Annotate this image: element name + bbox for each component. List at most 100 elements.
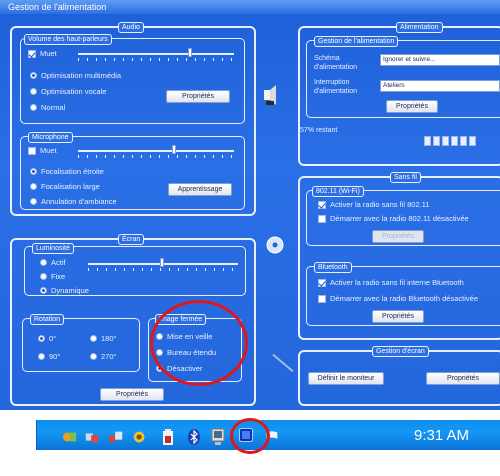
monitor-icon[interactable] [210, 428, 226, 446]
battery-segment [442, 136, 449, 146]
microphone-mute-box[interactable] [28, 146, 36, 155]
window-titlebar: Gestion de l'alimentation [0, 0, 500, 14]
bluetooth-start-disabled-box[interactable] [318, 294, 326, 303]
power-source-select[interactable]: Ateliers [380, 80, 500, 92]
display-management-legend: Gestion d'écran [372, 346, 429, 357]
cd-icon [266, 236, 284, 254]
wifi-start-disabled-checkbox[interactable]: Démarrer avec la radio 802.11 désactivée [318, 214, 469, 223]
microphone-mode-2-radio[interactable] [30, 198, 37, 205]
microphone-mode-0[interactable]: Focalisation étroite [30, 167, 104, 176]
brightness-ticks [88, 268, 238, 271]
rotation-group [22, 318, 140, 372]
brightness-mode-1-label: Fixe [51, 272, 66, 281]
microphone-mode-2[interactable]: Annulation d'ambiance [30, 197, 117, 206]
power-properties-button[interactable]: Propriétés [386, 100, 438, 113]
microphone-mute-label: Muet [40, 146, 57, 155]
network-icon[interactable] [62, 428, 78, 446]
battery-segment [469, 136, 476, 146]
microphone-mode-1-radio[interactable] [30, 183, 37, 190]
brightness-mode-2[interactable]: Dynamique [40, 286, 89, 295]
rotation-option-3-label: 270° [101, 352, 117, 361]
bluetooth-properties-button[interactable]: Propriétés [372, 310, 424, 323]
rotation-option-0-label: 0° [49, 334, 57, 343]
microphone-mute-checkbox[interactable]: Muet [28, 146, 57, 155]
rotation-option-1[interactable]: 90° [38, 352, 60, 361]
bluetooth-enable-label: Activer la radio sans fil interne Blueto… [330, 278, 464, 287]
power-scheme-label: Schéma d'alimentation [314, 55, 357, 71]
bluetooth-start-disabled-label: Démarrer avec la radio Bluetooth désacti… [330, 294, 478, 303]
battery-segment [451, 136, 458, 146]
users-icon[interactable] [84, 428, 100, 446]
brightness-legend: Luminosité [32, 243, 74, 254]
brightness-mode-0-label: Actif [51, 258, 66, 267]
speaker-mode-1-label: Optimisation vocale [41, 87, 107, 96]
microphone-mode-2-label: Annulation d'ambiance [41, 197, 117, 206]
brightness-mode-2-radio[interactable] [40, 287, 47, 294]
rotation-option-0[interactable]: 0° [38, 334, 56, 343]
wifi-properties-button[interactable]: Propriétés [372, 230, 424, 243]
speaker-icon [264, 85, 276, 105]
microphone-level-slider[interactable] [172, 145, 176, 154]
rotation-option-2[interactable]: 180° [90, 334, 117, 343]
speaker-volume-slider[interactable] [188, 48, 192, 57]
volume-icon[interactable] [132, 428, 148, 446]
speaker-mode-2-radio[interactable] [30, 104, 37, 111]
microphone-mode-0-label: Focalisation étroite [41, 167, 104, 176]
bluetooth-enable-checkbox[interactable]: Activer la radio sans fil interne Blueto… [318, 278, 464, 287]
wireless-title: Sans fil [390, 172, 421, 183]
speaker-mute-checkbox[interactable]: Muet [28, 49, 57, 58]
speaker-mode-2[interactable]: Normal [30, 103, 65, 112]
speaker-mode-0-radio[interactable] [30, 72, 37, 79]
rotation-option-2-radio[interactable] [90, 335, 97, 342]
microphone-mode-1[interactable]: Focalisation large [30, 182, 100, 191]
speaker-volume-legend: Volume des haut-parleurs [24, 34, 112, 45]
speaker-mode-0[interactable]: Optimisation multimédia [30, 71, 121, 80]
speaker-mute-box[interactable] [28, 49, 36, 58]
control-window: Gestion de l'alimentation Audio Volume d… [0, 0, 500, 410]
rotation-option-1-label: 90° [49, 352, 61, 361]
speaker-mode-1[interactable]: Optimisation vocale [30, 87, 106, 96]
wifi-start-disabled-box[interactable] [318, 214, 326, 223]
brightness-mode-0[interactable]: Actif [40, 258, 66, 267]
connection-icon[interactable] [108, 428, 124, 446]
microphone-mode-1-label: Focalisation large [41, 182, 100, 191]
power-title: Alimentation [396, 22, 443, 33]
speaker-mode-1-radio[interactable] [30, 88, 37, 95]
rotation-legend: Rotation [30, 314, 65, 325]
battery-segment [460, 136, 467, 146]
wifi-enable-checkbox[interactable]: Activer la radio sans fil 802.11 [318, 200, 430, 209]
brightness-mode-0-radio[interactable] [40, 259, 47, 266]
brightness-mode-1-radio[interactable] [40, 273, 47, 280]
bluetooth-start-disabled-checkbox[interactable]: Démarrer avec la radio Bluetooth désacti… [318, 294, 478, 303]
set-monitor-button[interactable]: Définir le moniteur [308, 372, 384, 385]
speaker-mode-0-label: Optimisation multimédia [41, 71, 122, 80]
rotation-option-3[interactable]: 270° [90, 352, 117, 361]
display-properties-button[interactable]: Propriétés [426, 372, 500, 385]
bluetooth-enable-box[interactable] [318, 278, 326, 287]
power-scheme-select[interactable]: Ignorer et suivre... [380, 54, 500, 66]
bluetooth-icon[interactable] [186, 428, 202, 446]
rotation-option-1-radio[interactable] [38, 353, 45, 360]
screen-title: Écran [118, 234, 145, 245]
microphone-level-ticks [78, 155, 234, 158]
brightness-slider[interactable] [160, 258, 164, 267]
wifi-start-disabled-label: Démarrer avec la radio 802.11 désactivée [330, 214, 469, 223]
rotation-option-2-label: 180° [101, 334, 117, 343]
battery-icon[interactable] [160, 428, 176, 446]
highlight-circle-tray [230, 418, 270, 454]
speaker-volume-track [78, 53, 234, 55]
screen-properties-button[interactable]: Propriétés [100, 388, 164, 401]
audio-title: Audio [118, 22, 144, 33]
speaker-mode-2-label: Normal [41, 103, 66, 112]
rotation-option-0-radio[interactable] [38, 335, 45, 342]
battery-segment [424, 136, 431, 146]
taskbar-clock[interactable]: 9:31 AM [414, 427, 469, 445]
speaker-properties-button[interactable]: Propriétés [166, 90, 230, 103]
battery-segment [433, 136, 440, 146]
speaker-volume-ticks [78, 58, 234, 61]
microphone-learn-button[interactable]: Apprentissage [168, 183, 232, 196]
rotation-option-3-radio[interactable] [90, 353, 97, 360]
wifi-enable-box[interactable] [318, 200, 326, 209]
brightness-mode-1[interactable]: Fixe [40, 272, 65, 281]
microphone-mode-0-radio[interactable] [30, 168, 37, 175]
